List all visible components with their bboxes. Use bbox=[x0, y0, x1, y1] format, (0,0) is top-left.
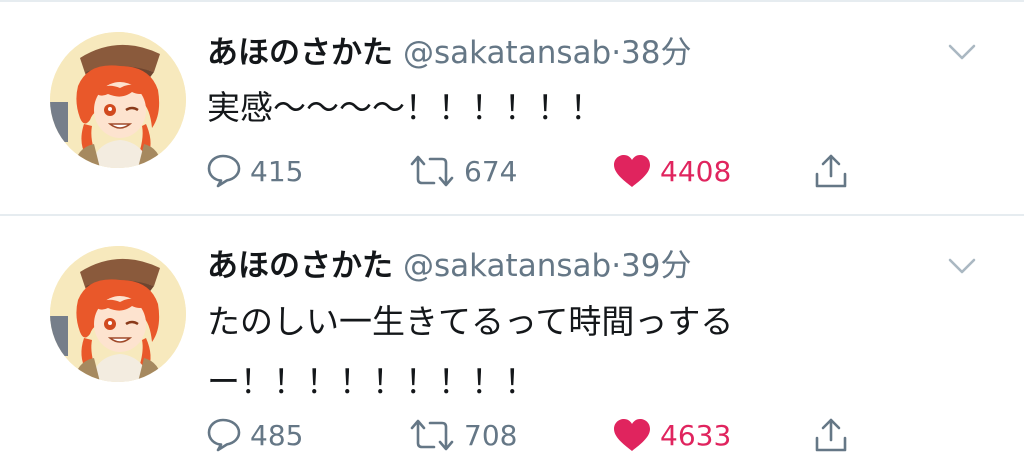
heart-icon bbox=[614, 155, 650, 187]
reply-icon bbox=[207, 418, 241, 452]
chevron-down-icon[interactable] bbox=[944, 254, 980, 278]
like-count: 4408 bbox=[660, 154, 732, 188]
tweet-text-line: ー！！！！！！！！！ bbox=[207, 362, 537, 401]
reply-count: 415 bbox=[250, 154, 304, 188]
like-button[interactable]: 4633 bbox=[612, 410, 731, 460]
timestamp[interactable]: 38分 bbox=[621, 35, 691, 71]
tweet[interactable]: あほのさかた @sakatansab·39分 たのしい一生きてるって時間っする ー… bbox=[0, 216, 1024, 470]
tweet-text: 実感〜〜〜〜！！！！！！ bbox=[207, 78, 927, 138]
reply-button[interactable]: 415 bbox=[206, 146, 303, 196]
retweet-button[interactable]: 708 bbox=[408, 410, 517, 460]
separator-dot: · bbox=[611, 248, 622, 284]
chevron-down-icon[interactable] bbox=[944, 40, 980, 64]
reply-count: 485 bbox=[250, 418, 304, 452]
retweet-count: 674 bbox=[464, 154, 518, 188]
tweet-text: たのしい一生きてるって時間っする ー！！！！！！！！！ bbox=[207, 292, 927, 412]
retweet-button[interactable]: 674 bbox=[408, 146, 517, 196]
share-button[interactable] bbox=[812, 410, 850, 460]
tweet[interactable]: あほのさかた @sakatansab·38分 実感〜〜〜〜！！！！！！ 415 6… bbox=[0, 0, 1024, 214]
tweet-text-line: たのしい一生きてるって時間っする bbox=[207, 302, 734, 341]
user-handle[interactable]: @sakatansab bbox=[403, 35, 611, 71]
separator-dot: · bbox=[611, 35, 622, 71]
reply-icon bbox=[207, 154, 241, 188]
retweet-count: 708 bbox=[464, 418, 518, 452]
reply-button[interactable]: 485 bbox=[206, 410, 303, 460]
tweet-text-line: 実感〜〜〜〜！！！！！！ bbox=[207, 88, 603, 127]
share-icon bbox=[815, 418, 847, 452]
user-handle[interactable]: @sakatansab bbox=[403, 248, 611, 284]
heart-icon bbox=[614, 419, 650, 451]
share-button[interactable] bbox=[812, 146, 850, 196]
timestamp[interactable]: 39分 bbox=[621, 248, 691, 284]
tweet-actions: 415 674 4408 bbox=[0, 146, 1024, 196]
display-name[interactable]: あほのさかた bbox=[207, 248, 393, 284]
tweet-header: あほのさかた @sakatansab·38分 bbox=[207, 31, 692, 75]
retweet-icon bbox=[410, 155, 454, 187]
like-button[interactable]: 4408 bbox=[612, 146, 731, 196]
avatar[interactable] bbox=[50, 246, 186, 382]
share-icon bbox=[815, 154, 847, 188]
like-count: 4633 bbox=[660, 418, 732, 452]
retweet-icon bbox=[410, 419, 454, 451]
tweet-header: あほのさかた @sakatansab·39分 bbox=[207, 244, 692, 288]
display-name[interactable]: あほのさかた bbox=[207, 35, 393, 71]
tweet-actions: 485 708 4633 bbox=[0, 410, 1024, 460]
